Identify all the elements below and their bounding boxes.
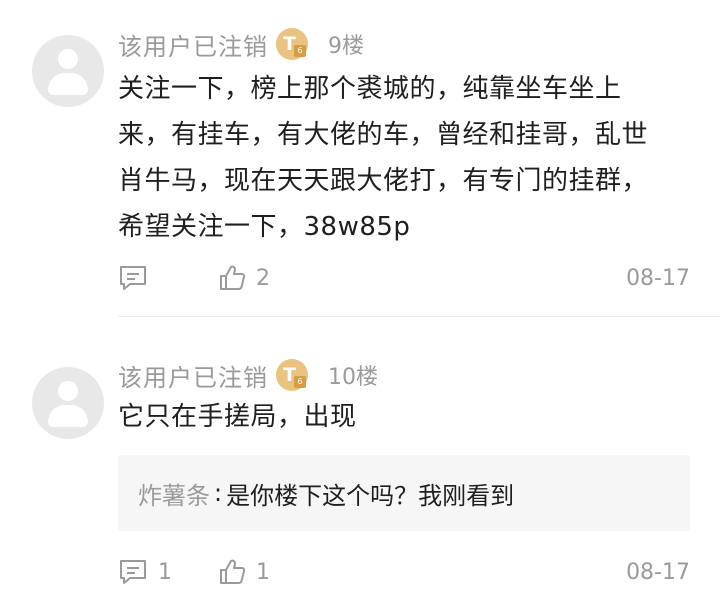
quote-text: 是你楼下这个吗？我刚看到 bbox=[226, 481, 515, 510]
avatar-body-shape bbox=[48, 73, 88, 95]
reply-count: 1 bbox=[158, 559, 172, 585]
like-count: 1 bbox=[256, 559, 270, 585]
avatar[interactable] bbox=[32, 35, 104, 107]
comment-meta: 该用户已注销 T 6 10楼 bbox=[118, 355, 378, 395]
floor-number: 9楼 bbox=[328, 34, 364, 59]
avatar-head-shape bbox=[58, 49, 78, 69]
avatar-head-shape bbox=[58, 381, 78, 401]
like-button[interactable]: 2 bbox=[218, 264, 270, 292]
quote-author[interactable]: 炸薯条 bbox=[138, 476, 210, 511]
quoted-reply[interactable]: 炸薯条 : 是你楼下这个吗？我刚看到 bbox=[118, 455, 690, 531]
avatar-body-shape bbox=[48, 405, 88, 427]
quote-separator: : bbox=[214, 479, 223, 507]
reply-button[interactable]: 1 bbox=[118, 558, 218, 586]
avatar[interactable] bbox=[32, 367, 104, 439]
comment-item: 该用户已注销 T 6 10楼 它只在手搓局，出现 炸薯条 : 是你楼下这个吗？我… bbox=[0, 317, 720, 605]
level-badge-icon: T 6 bbox=[276, 359, 308, 391]
thumbs-up-icon bbox=[220, 559, 246, 584]
comment-bubble-icon bbox=[120, 560, 146, 584]
level-badge-icon: T 6 bbox=[276, 28, 308, 60]
comment-date: 08-17 bbox=[626, 559, 690, 585]
username[interactable]: 该用户已注销 bbox=[118, 358, 268, 393]
comment-actions: 1 1 08-17 bbox=[118, 555, 690, 589]
comment-date: 08-17 bbox=[626, 265, 690, 291]
comment-meta: 该用户已注销 T 6 9楼 bbox=[118, 24, 364, 64]
comment-bubble-icon bbox=[120, 266, 146, 290]
badge-level: 6 bbox=[294, 45, 306, 57]
badge-level: 6 bbox=[294, 376, 306, 388]
comment-content: 它只在手搓局，出现 bbox=[118, 402, 357, 432]
username[interactable]: 该用户已注销 bbox=[118, 27, 268, 62]
comment-content: 关注一下，榜上那个裘城的，纯靠坐车坐上 来，有挂车，有大佬的车，曾经和挂哥，乱世… bbox=[118, 74, 649, 242]
like-button[interactable]: 1 bbox=[218, 558, 270, 586]
like-count: 2 bbox=[256, 265, 270, 291]
comment-item: 该用户已注销 T 6 9楼 关注一下，榜上那个裘城的，纯靠坐车坐上 来，有挂车，… bbox=[0, 0, 720, 316]
thumbs-up-icon bbox=[220, 265, 246, 290]
comment-actions: 2 08-17 bbox=[118, 261, 690, 295]
floor-number: 10楼 bbox=[328, 365, 378, 390]
reply-button[interactable] bbox=[118, 264, 218, 292]
